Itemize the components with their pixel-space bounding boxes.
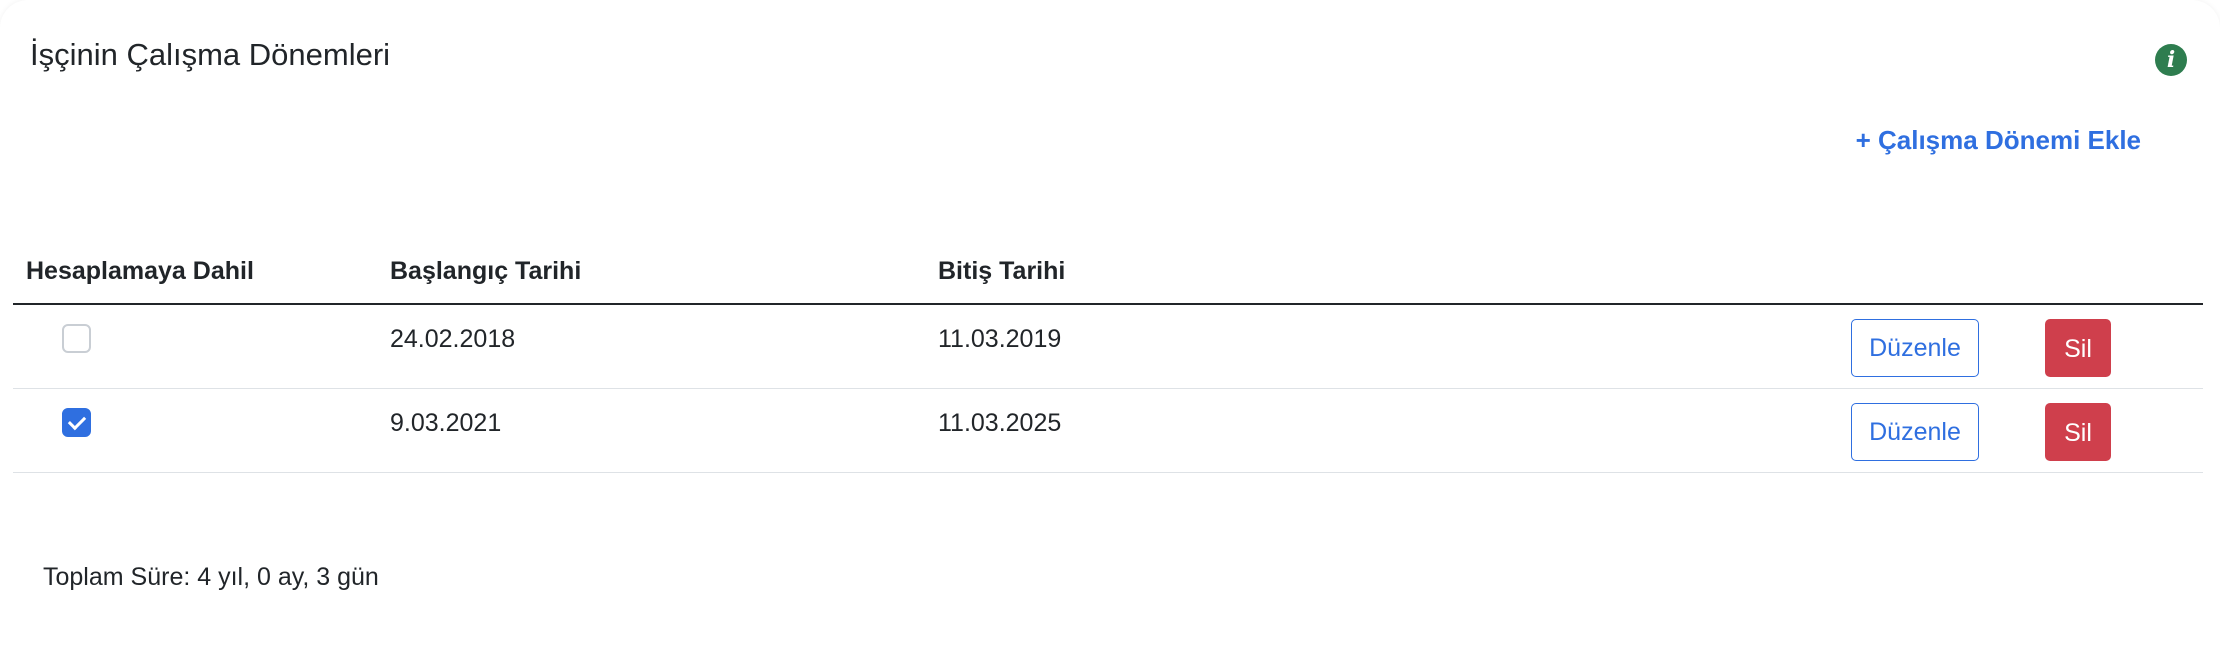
table-row: 24.02.2018 11.03.2019 Düzenle Sil bbox=[13, 305, 2203, 389]
delete-button[interactable]: Sil bbox=[2045, 403, 2111, 461]
add-work-period-link[interactable]: + Çalışma Dönemi Ekle bbox=[1856, 125, 2141, 156]
edit-button[interactable]: Düzenle bbox=[1851, 319, 1979, 377]
start-date-cell: 24.02.2018 bbox=[390, 325, 516, 353]
start-date-cell: 9.03.2021 bbox=[390, 409, 502, 437]
include-checkbox[interactable] bbox=[62, 324, 91, 353]
header-start-date: Başlangıç Tarihi bbox=[390, 257, 582, 285]
table-header: Hesaplamaya Dahil Başlangıç Tarihi Bitiş… bbox=[13, 240, 2203, 305]
work-periods-card: İşçinin Çalışma Dönemleri i + Çalışma Dö… bbox=[0, 0, 2220, 654]
info-icon[interactable]: i bbox=[2155, 44, 2187, 76]
include-checkbox[interactable] bbox=[62, 408, 91, 437]
end-date-cell: 11.03.2025 bbox=[938, 409, 1062, 437]
header-included: Hesaplamaya Dahil bbox=[26, 257, 254, 285]
table-row: 9.03.2021 11.03.2025 Düzenle Sil bbox=[13, 389, 2203, 473]
total-duration: Toplam Süre: 4 yıl, 0 ay, 3 gün bbox=[43, 563, 379, 591]
header-end-date: Bitiş Tarihi bbox=[938, 257, 1066, 285]
delete-button[interactable]: Sil bbox=[2045, 319, 2111, 377]
card-title: İşçinin Çalışma Dönemleri bbox=[30, 37, 391, 72]
edit-button[interactable]: Düzenle bbox=[1851, 403, 1979, 461]
end-date-cell: 11.03.2019 bbox=[938, 325, 1062, 353]
work-periods-table: Hesaplamaya Dahil Başlangıç Tarihi Bitiş… bbox=[13, 240, 2203, 473]
